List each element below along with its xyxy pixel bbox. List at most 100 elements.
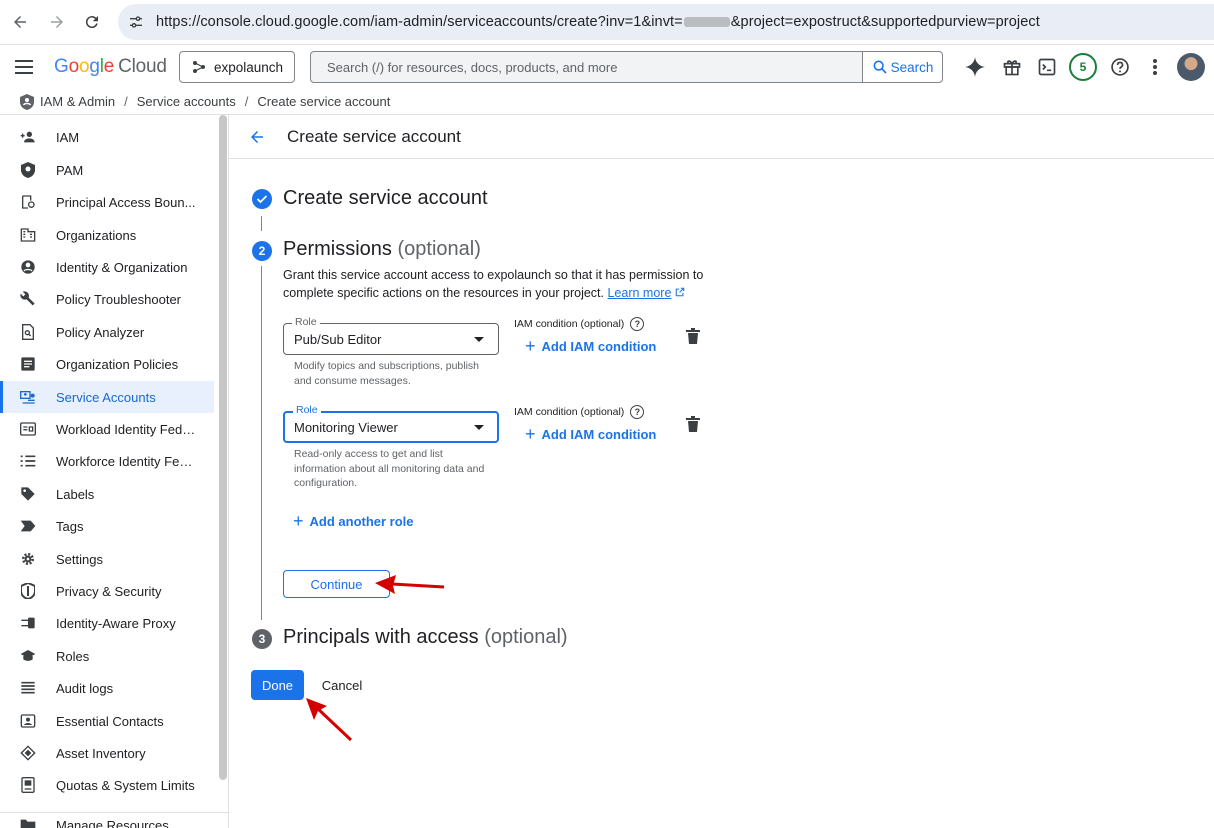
sidebar-item-policy-troubleshooter[interactable]: Policy Troubleshooter [0,283,214,315]
project-picker-button[interactable]: expolaunch [179,51,295,83]
project-name: expolaunch [214,59,284,75]
url-text: https://console.cloud.google.com/iam-adm… [156,14,1040,30]
browser-reload-icon[interactable] [80,10,104,34]
sidebar-item-tags[interactable]: Tags [0,510,214,542]
sidebar-item-workforce-identity-federation[interactable]: Workforce Identity Fed... [0,445,214,477]
address-bar[interactable]: https://console.cloud.google.com/iam-adm… [118,4,1214,40]
sidebar-item-roles[interactable]: Roles [0,640,214,672]
continue-button[interactable]: Continue [283,570,390,598]
learn-more-link[interactable]: Learn more [607,286,671,300]
url-part-1: https://console.cloud.google.com/iam-adm… [156,14,683,30]
sidebar-item-label: Workload Identity Fede... [56,421,196,437]
more-vert-icon[interactable] [1143,55,1167,79]
sidebar-item-label: Workforce Identity Fed... [56,453,196,469]
sidebar-item-label: Principal Access Boun... [56,194,196,210]
back-arrow-icon[interactable] [245,125,269,149]
privacy-shield-icon [20,583,36,599]
sidebar-item-label: Labels [56,486,95,502]
user-avatar[interactable] [1177,53,1205,81]
add-iam-condition-button[interactable]: + Add IAM condition [525,337,656,355]
sidebar-item-label: Settings [56,551,103,567]
breadcrumb-separator: / [244,94,249,109]
sidebar-scrollbar[interactable] [219,115,227,780]
sidebar-item-label: Essential Contacts [56,713,164,729]
id-card-icon [20,421,36,437]
sidebar-item-privacy-security[interactable]: Privacy & Security [0,575,214,607]
sidebar-item-service-accounts[interactable]: Service Accounts [0,381,214,413]
notifications-count-badge[interactable]: 5 [1069,53,1097,81]
sidebar-item-settings[interactable]: Settings [0,543,214,575]
role-select-1[interactable]: Role Pub/Sub Editor [283,316,499,355]
step3-title-text: Principals with access [283,626,479,648]
search-input[interactable]: Search (/) for resources, docs, products… [310,51,943,83]
breadcrumb-service-accounts[interactable]: Service accounts [137,94,236,109]
gemini-sparkle-icon[interactable] [963,55,987,79]
sidebar-item-principal-access-boundary[interactable]: Principal Access Boun... [0,186,214,218]
dropdown-arrow-icon [474,425,484,430]
browser-forward-icon[interactable] [45,10,69,34]
add-another-role-button[interactable]: + Add another role [293,512,414,530]
account-circle-icon [20,259,36,275]
role-help-text: Read-only access to get and list informa… [294,448,485,489]
sidebar-item-identity-aware-proxy[interactable]: Identity-Aware Proxy [0,607,214,639]
delete-role-icon[interactable] [686,328,700,344]
plus-icon: + [293,511,304,531]
building-icon [20,227,36,243]
cancel-button[interactable]: Cancel [314,670,370,700]
role-value: Pub/Sub Editor [294,332,382,347]
step2-optional: (optional) [397,238,481,260]
logo-letter: G [54,56,69,77]
help-icon[interactable]: ? [630,405,645,419]
sidebar-item-iam[interactable]: IAM [0,121,214,153]
breadcrumb-iam-admin[interactable]: IAM & Admin [40,94,115,109]
sidebar-item-audit-logs[interactable]: Audit logs [0,672,214,704]
sidebar-item-label: Audit logs [56,680,114,696]
step2-description: Grant this service account access to exp… [283,266,723,302]
shield-icon [20,162,36,178]
sidebar-item-pam[interactable]: PAM [0,154,214,186]
step1-title[interactable]: Create service account [283,187,488,210]
sidebar-item-essential-contacts[interactable]: Essential Contacts [0,705,214,737]
sidebar-item-labels[interactable]: Labels [0,478,214,510]
delete-role-icon[interactable] [686,416,700,432]
google-cloud-logo[interactable]: Google Cloud [54,56,167,78]
add-iam-condition-button[interactable]: + Add IAM condition [525,425,656,443]
breadcrumb: IAM & Admin / Service accounts / Create … [0,89,1214,115]
search-button[interactable]: Search [862,52,942,82]
role-field-label: Role [292,316,320,328]
logo-letter: o [78,56,90,77]
page-title: Create service account [287,127,461,146]
sidebar-item-label: Identity-Aware Proxy [56,615,176,631]
site-settings-icon[interactable] [128,14,144,35]
sidebar-item-organization-policies[interactable]: Organization Policies [0,348,214,380]
sidebar-item-policy-analyzer[interactable]: Policy Analyzer [0,316,214,348]
browser-back-icon[interactable] [8,10,32,34]
iam-shield-icon [20,93,34,110]
logo-letter: o [68,56,80,77]
step-connector-line [261,216,262,231]
help-icon[interactable] [1108,55,1132,79]
help-icon[interactable]: ? [630,317,645,331]
breadcrumb-create-service-account: Create service account [257,94,391,109]
sidebar-item-label: Policy Troubleshooter [56,291,182,307]
sidebar-item-workload-identity-federation[interactable]: Workload Identity Fede... [0,413,214,445]
sidebar-item-label: Quotas & System Limits [56,777,195,793]
cloud-shell-terminal-icon[interactable] [1035,55,1059,79]
quota-icon [20,777,36,793]
step3-optional: (optional) [484,626,568,648]
sidebar-item-label: PAM [56,162,84,178]
iam-condition-text: IAM condition (optional) [514,318,625,330]
sidebar-item-identity-organization[interactable]: Identity & Organization [0,251,214,283]
gift-icon[interactable] [1000,55,1024,79]
browser-toolbar: https://console.cloud.google.com/iam-adm… [0,0,1214,45]
sidebar-item-organizations[interactable]: Organizations [0,219,214,251]
sidebar-item-label: Manage Resources [56,817,169,828]
sidebar-item-asset-inventory[interactable]: Asset Inventory [0,737,214,769]
sidebar-item-manage-resources[interactable]: Manage Resources [0,809,214,828]
done-button[interactable]: Done [251,670,304,700]
role-select-2[interactable]: Role Monitoring Viewer [283,404,499,443]
sidebar-item-quotas-system-limits[interactable]: Quotas & System Limits [0,769,214,801]
hamburger-menu-icon[interactable] [12,55,36,79]
url-part-2: &project=expostruct&supportedpurview=pro… [730,14,1040,30]
step3-title[interactable]: Principals with access (optional) [283,626,568,649]
